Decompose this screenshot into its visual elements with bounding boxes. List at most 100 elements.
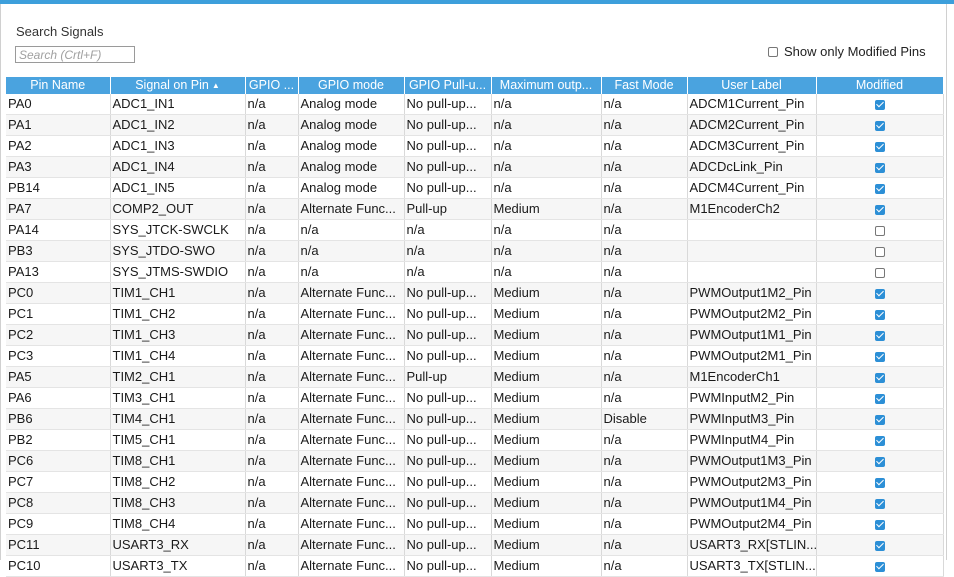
max-output-speed-cell[interactable]: Medium: [491, 303, 602, 325]
max-output-speed-cell[interactable]: Medium: [491, 450, 602, 472]
gpio-pull-cell[interactable]: n/a: [404, 240, 492, 262]
gpio-output-cell[interactable]: n/a: [245, 156, 299, 178]
column-header-maximum-output-speed[interactable]: Maximum outp...: [491, 77, 602, 94]
gpio-output-cell[interactable]: n/a: [245, 534, 299, 556]
gpio-mode-cell[interactable]: n/a: [298, 261, 405, 283]
pin-name-cell[interactable]: PB3: [6, 240, 111, 262]
gpio-mode-cell[interactable]: Alternate Func...: [298, 450, 405, 472]
signal-cell[interactable]: ADC1_IN5: [110, 177, 246, 199]
pin-name-cell[interactable]: PC8: [6, 492, 111, 514]
table-row[interactable]: PA2 ADC1_IN3 n/a Analog mode No pull-up... n/…: [6, 135, 944, 157]
gpio-mode-cell[interactable]: Alternate Func...: [298, 429, 405, 451]
gpio-output-cell[interactable]: n/a: [245, 450, 299, 472]
gpio-mode-cell[interactable]: Alternate Func...: [298, 198, 405, 220]
signal-cell[interactable]: TIM8_CH2: [110, 471, 246, 493]
pin-name-cell[interactable]: PC6: [6, 450, 111, 472]
gpio-mode-cell[interactable]: Alternate Func...: [298, 303, 405, 325]
pin-name-cell[interactable]: PA7: [6, 198, 111, 220]
signal-cell[interactable]: ADC1_IN1: [110, 93, 246, 115]
max-output-speed-cell[interactable]: n/a: [491, 177, 602, 199]
gpio-output-cell[interactable]: n/a: [245, 471, 299, 493]
fast-mode-cell[interactable]: n/a: [601, 429, 688, 451]
gpio-mode-cell[interactable]: Analog mode: [298, 93, 405, 115]
max-output-speed-cell[interactable]: n/a: [491, 219, 602, 241]
pin-name-cell[interactable]: PA0: [6, 93, 111, 115]
max-output-speed-cell[interactable]: Medium: [491, 345, 602, 367]
gpio-pull-cell[interactable]: No pull-up...: [404, 177, 492, 199]
pin-name-cell[interactable]: PA14: [6, 219, 111, 241]
pin-name-cell[interactable]: PB6: [6, 408, 111, 430]
pin-name-cell[interactable]: PC2: [6, 324, 111, 346]
gpio-mode-cell[interactable]: Alternate Func...: [298, 408, 405, 430]
table-row[interactable]: PB14 ADC1_IN5 n/a Analog mode No pull-up... n…: [6, 177, 944, 199]
gpio-pull-cell[interactable]: No pull-up...: [404, 408, 492, 430]
pin-name-cell[interactable]: PA13: [6, 261, 111, 283]
gpio-mode-cell[interactable]: Analog mode: [298, 114, 405, 136]
gpio-pull-cell[interactable]: No pull-up...: [404, 282, 492, 304]
max-output-speed-cell[interactable]: Medium: [491, 198, 602, 220]
gpio-output-cell[interactable]: n/a: [245, 366, 299, 388]
gpio-pull-cell[interactable]: No pull-up...: [404, 471, 492, 493]
gpio-output-cell[interactable]: n/a: [245, 261, 299, 283]
table-row[interactable]: PA7 COMP2_OUT n/a Alternate Func... Pull-up M…: [6, 198, 944, 220]
signal-cell[interactable]: SYS_JTCK-SWCLK: [110, 219, 246, 241]
fast-mode-cell[interactable]: n/a: [601, 156, 688, 178]
column-header-modified[interactable]: Modified: [816, 77, 944, 94]
table-row[interactable]: PA1 ADC1_IN2 n/a Analog mode No pull-up... n/…: [6, 114, 944, 136]
gpio-mode-cell[interactable]: Alternate Func...: [298, 534, 405, 556]
gpio-output-cell[interactable]: n/a: [245, 93, 299, 115]
pin-name-cell[interactable]: PC7: [6, 471, 111, 493]
signal-cell[interactable]: ADC1_IN4: [110, 156, 246, 178]
user-label-cell[interactable]: PWMOutput2M2_Pin: [687, 303, 817, 325]
gpio-pull-cell[interactable]: No pull-up...: [404, 492, 492, 514]
user-label-cell[interactable]: PWMOutput2M3_Pin: [687, 471, 817, 493]
gpio-pull-cell[interactable]: No pull-up...: [404, 450, 492, 472]
fast-mode-cell[interactable]: n/a: [601, 471, 688, 493]
gpio-output-cell[interactable]: n/a: [245, 324, 299, 346]
column-header-user-label[interactable]: User Label: [687, 77, 817, 94]
pin-name-cell[interactable]: PC3: [6, 345, 111, 367]
gpio-mode-cell[interactable]: Alternate Func...: [298, 345, 405, 367]
user-label-cell[interactable]: PWMInputM2_Pin: [687, 387, 817, 409]
gpio-output-cell[interactable]: n/a: [245, 177, 299, 199]
signal-cell[interactable]: TIM8_CH3: [110, 492, 246, 514]
gpio-pull-cell[interactable]: No pull-up...: [404, 324, 492, 346]
max-output-speed-cell[interactable]: n/a: [491, 261, 602, 283]
table-row[interactable]: PA6 TIM3_CH1 n/a Alternate Func... No pull-u…: [6, 387, 944, 409]
fast-mode-cell[interactable]: n/a: [601, 324, 688, 346]
user-label-cell[interactable]: ADCM2Current_Pin: [687, 114, 817, 136]
gpio-output-cell[interactable]: n/a: [245, 114, 299, 136]
fast-mode-cell[interactable]: n/a: [601, 198, 688, 220]
fast-mode-cell[interactable]: n/a: [601, 219, 688, 241]
user-label-cell[interactable]: PWMOutput2M1_Pin: [687, 345, 817, 367]
gpio-mode-cell[interactable]: Alternate Func...: [298, 513, 405, 535]
fast-mode-cell[interactable]: Disable: [601, 408, 688, 430]
pin-name-cell[interactable]: PA5: [6, 366, 111, 388]
max-output-speed-cell[interactable]: Medium: [491, 492, 602, 514]
max-output-speed-cell[interactable]: n/a: [491, 135, 602, 157]
signal-cell[interactable]: ADC1_IN2: [110, 114, 246, 136]
show-modified-checkbox[interactable]: [768, 46, 778, 57]
fast-mode-cell[interactable]: n/a: [601, 303, 688, 325]
table-row[interactable]: PC7 TIM8_CH2 n/a Alternate Func... No pull-u…: [6, 471, 944, 493]
fast-mode-cell[interactable]: n/a: [601, 513, 688, 535]
gpio-output-cell[interactable]: n/a: [245, 555, 299, 577]
table-row[interactable]: PC9 TIM8_CH4 n/a Alternate Func... No pull-u…: [6, 513, 944, 535]
signal-cell[interactable]: TIM1_CH2: [110, 303, 246, 325]
user-label-cell[interactable]: ADCDcLink_Pin: [687, 156, 817, 178]
pin-name-cell[interactable]: PC11: [6, 534, 111, 556]
max-output-speed-cell[interactable]: Medium: [491, 534, 602, 556]
pin-name-cell[interactable]: PB2: [6, 429, 111, 451]
gpio-mode-cell[interactable]: n/a: [298, 240, 405, 262]
gpio-output-cell[interactable]: n/a: [245, 429, 299, 451]
gpio-output-cell[interactable]: n/a: [245, 198, 299, 220]
table-row[interactable]: PA14 SYS_JTCK-SWCLK n/a n/a n/a n/a n/a: [6, 219, 944, 241]
user-label-cell[interactable]: [687, 219, 817, 241]
gpio-pull-cell[interactable]: No pull-up...: [404, 387, 492, 409]
search-input[interactable]: [15, 46, 135, 63]
fast-mode-cell[interactable]: n/a: [601, 387, 688, 409]
gpio-output-cell[interactable]: n/a: [245, 387, 299, 409]
user-label-cell[interactable]: [687, 261, 817, 283]
pin-name-cell[interactable]: PB14: [6, 177, 111, 199]
user-label-cell[interactable]: PWMInputM4_Pin: [687, 429, 817, 451]
